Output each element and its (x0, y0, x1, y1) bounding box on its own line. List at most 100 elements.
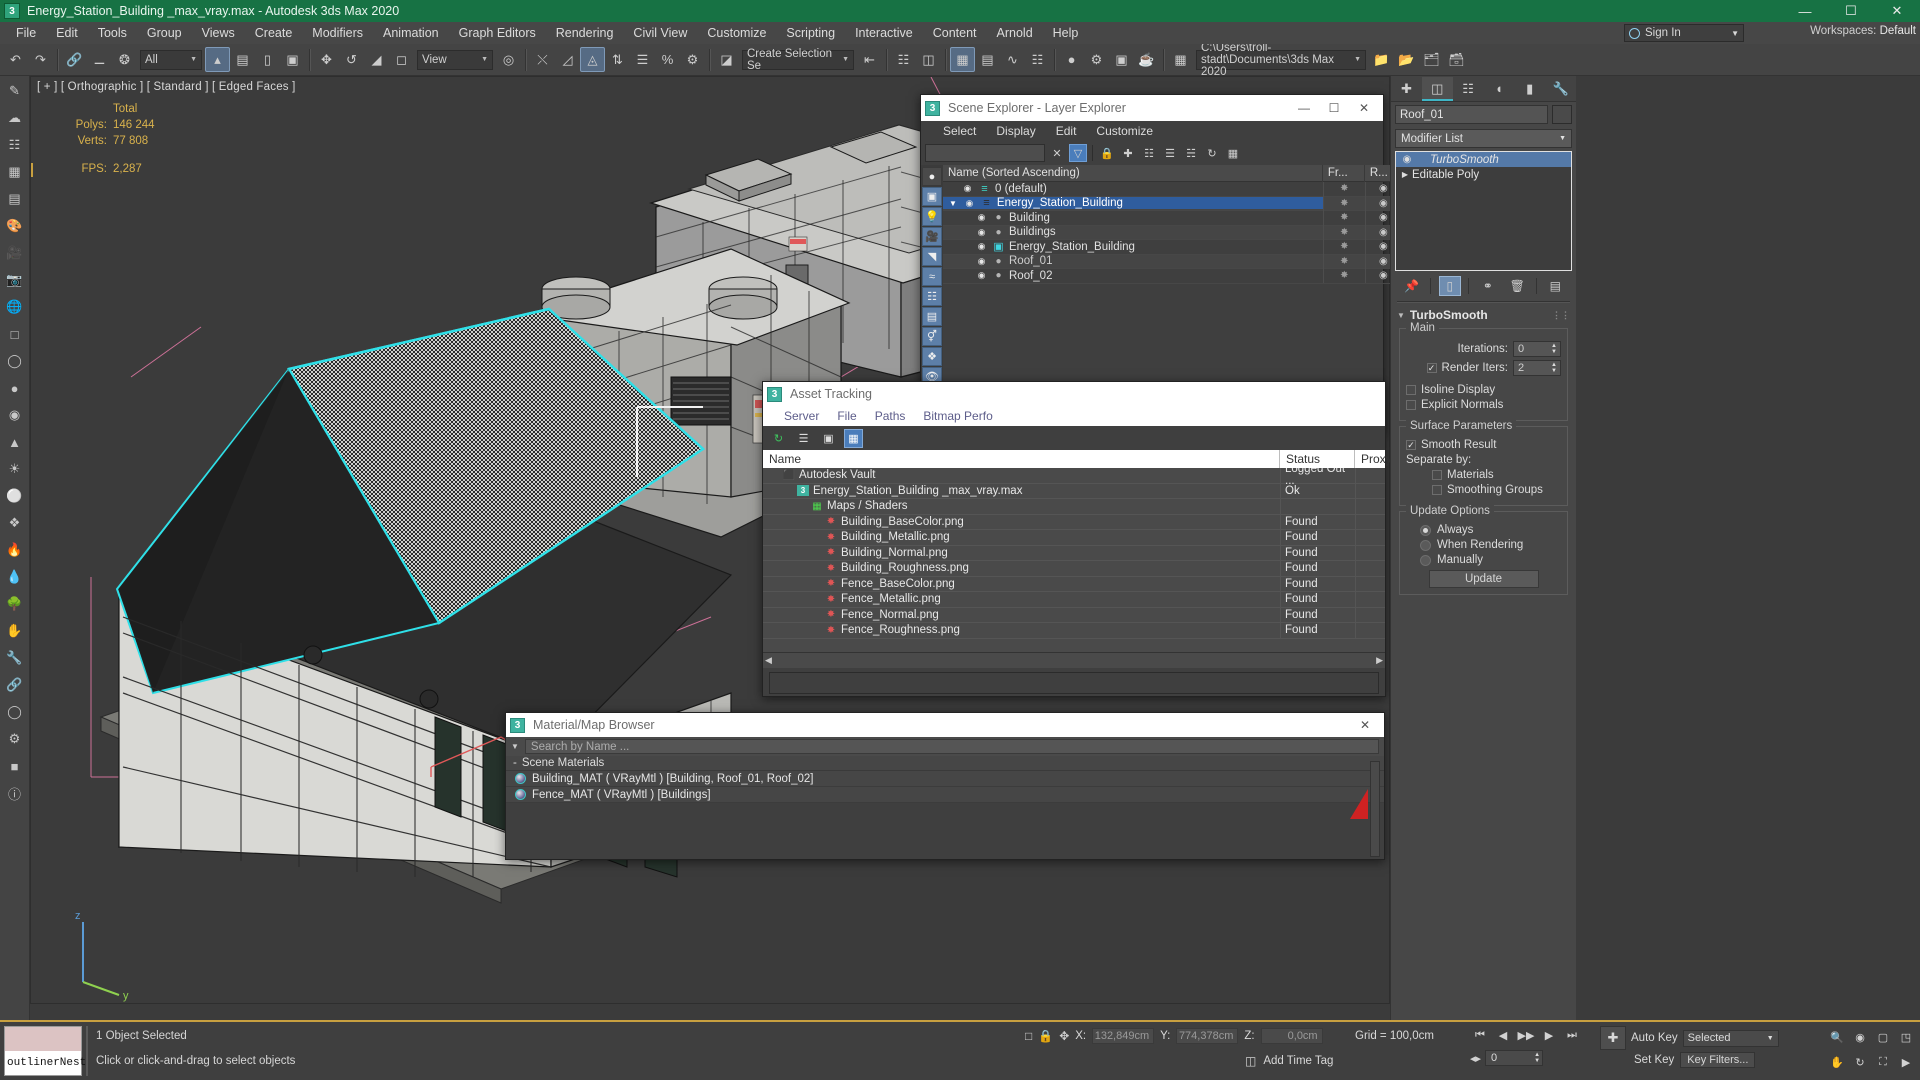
play-icon[interactable]: ▶▶ (1516, 1026, 1536, 1044)
walkthrough-icon[interactable]: ▶ (1896, 1053, 1916, 1071)
edit-named-selection-icon[interactable]: ☰ (630, 47, 655, 72)
modifier-stack-entry[interactable]: ▶ Editable Poly (1396, 167, 1571, 182)
fire-icon[interactable]: 🔥 (2, 537, 28, 563)
named-selection-combo[interactable]: Create Selection Se ▼ (742, 48, 854, 72)
schematic-view-icon[interactable]: ☷ (1025, 47, 1050, 72)
asset-tracking-row[interactable]: ✸ Building_Roughness.png Found (763, 560, 1385, 577)
make-unique-icon[interactable]: ⚭ (1477, 276, 1499, 296)
menu-item-create[interactable]: Create (245, 23, 303, 43)
menu-item-scripting[interactable]: Scripting (776, 23, 845, 43)
circle-icon[interactable]: ⚪ (2, 483, 28, 509)
select-and-scale-icon[interactable]: ◢ (364, 47, 389, 72)
current-frame-field[interactable]: 0 ▲ ▼ (1485, 1050, 1544, 1066)
spinner-arrows-icon[interactable]: ▲ ▼ (1549, 361, 1559, 375)
select-by-name-icon[interactable]: ▤ (230, 47, 255, 72)
gear-icon[interactable]: ⚙ (680, 47, 705, 72)
filter-groups-icon[interactable]: ☷ (922, 287, 942, 306)
y-coordinate-field[interactable]: 774,378cm (1176, 1028, 1239, 1044)
material-browser-titlebar[interactable]: 3 Material/Map Browser ✕ (506, 713, 1384, 737)
asset-tracking-row[interactable]: 3 Energy_Station_Building _max_vray.max Ok (763, 483, 1385, 499)
ribbon-icon[interactable]: ☷ (2, 132, 28, 158)
drag-handle-icon[interactable]: ⋮⋮ (1552, 310, 1570, 321)
modifier-list-combo[interactable]: Modifier List ▼ (1395, 129, 1572, 148)
go-to-start-icon[interactable]: ⏮ (1470, 1026, 1490, 1044)
key-mode-icon[interactable]: ◂▸ (1470, 1052, 1481, 1065)
isoline-display-checkbox[interactable] (1406, 385, 1416, 395)
se-menu-display[interactable]: Display (986, 122, 1045, 140)
asset-tracking-row[interactable]: ▦ Maps / Shaders (763, 498, 1385, 515)
redo-icon[interactable]: ↷ (28, 47, 53, 72)
clear-search-icon[interactable]: ✕ (1048, 144, 1066, 162)
filter-xrefs-icon[interactable]: ▤ (922, 307, 942, 326)
object-name-field[interactable]: Roof_01 (1395, 105, 1548, 124)
delete-modifier-icon[interactable]: 🗑 (1506, 276, 1528, 296)
iterations-spinner[interactable]: 0 ▲ ▼ (1513, 341, 1561, 357)
menu-item-edit[interactable]: Edit (46, 23, 88, 43)
freeze-toggle-icon[interactable]: ✸ (1322, 196, 1365, 211)
zoom-extents-icon[interactable]: ▢ (1873, 1028, 1893, 1046)
go-to-end-icon[interactable]: ⏭ (1562, 1026, 1582, 1044)
freeze-toggle-icon[interactable]: ✸ (1322, 225, 1365, 240)
chevron-down-icon[interactable]: ▼ (511, 742, 519, 751)
update-always-radio[interactable] (1420, 524, 1431, 536)
lock-icon[interactable]: 🔒 (1098, 144, 1116, 162)
update-always-row[interactable]: Always (1406, 524, 1561, 536)
maximize-button[interactable]: ☐ (1828, 0, 1874, 22)
visibility-eye-icon[interactable]: ◉ (975, 227, 988, 238)
isolate-selection-icon[interactable]: ✥ (1059, 1029, 1069, 1043)
chain-icon[interactable]: 🔗 (2, 672, 28, 698)
key-filter-set-combo[interactable]: Selected ▼ (1682, 1029, 1779, 1047)
pan-icon[interactable]: ✋ (1827, 1053, 1847, 1071)
render-production-icon[interactable]: ☕ (1134, 47, 1159, 72)
separate-materials-checkbox[interactable] (1432, 470, 1442, 480)
col-name[interactable]: Name (Sorted Ascending) (943, 164, 1323, 182)
water-icon[interactable]: 💧 (2, 564, 28, 590)
filter-icon[interactable]: ▽ (1069, 144, 1087, 162)
update-manually-radio[interactable] (1420, 554, 1431, 566)
help-icon[interactable]: ⓘ (2, 780, 28, 806)
hand-icon[interactable]: ✋ (2, 618, 28, 644)
scene-explorer-close[interactable]: ✕ (1349, 96, 1379, 120)
grid-icon[interactable]: ▤ (2, 186, 28, 212)
render-frame-icon[interactable]: ▣ (1109, 47, 1134, 72)
update-button[interactable]: Update (1428, 570, 1539, 588)
auto-key-button[interactable]: Auto Key (1631, 1032, 1678, 1044)
particles-icon[interactable]: ❖ (2, 510, 28, 536)
material-search-input[interactable]: Search by Name ... (524, 739, 1379, 754)
listener-input[interactable]: outlinerNest (5, 1051, 86, 1075)
minimize-button[interactable]: — (1782, 0, 1828, 22)
col-asset-name[interactable]: Name (763, 450, 1280, 468)
field-of-view-icon[interactable]: ◳ (1896, 1028, 1916, 1046)
update-when-rendering-row[interactable]: When Rendering (1406, 539, 1561, 551)
object-color-swatch[interactable] (1552, 105, 1572, 124)
layer-stack-icon[interactable]: ☵ (1182, 144, 1200, 162)
bitmap-view-icon[interactable]: ▣ (819, 429, 838, 448)
modifier-stack-entry[interactable]: ◉ TurboSmooth (1396, 152, 1571, 167)
paint-icon[interactable]: 🎨 (2, 213, 28, 239)
x-coordinate-field[interactable]: 132,849cm (1092, 1028, 1155, 1044)
at-menu-paths[interactable]: Paths (866, 407, 915, 425)
filter-cameras-icon[interactable]: 🎥 (922, 227, 942, 246)
zoom-icon[interactable]: 🔍 (1827, 1028, 1847, 1046)
material-list-item[interactable]: Fence_MAT ( VRayMtl ) [Buildings] (506, 787, 1384, 803)
tab-hierarchy[interactable]: ☷ (1453, 77, 1484, 101)
settings-icon[interactable]: ⚙ (2, 726, 28, 752)
cylinder-icon[interactable]: ◯ (2, 348, 28, 374)
col-asset-status[interactable]: Status (1280, 450, 1355, 468)
scroll-left-icon[interactable]: ◀ (765, 655, 772, 666)
sphere-icon[interactable]: ● (2, 375, 28, 401)
scene-explorer-minimize[interactable]: — (1289, 96, 1319, 120)
open-folder-icon[interactable]: 📂 (1394, 47, 1419, 72)
smooth-result-checkbox[interactable]: ✓ (1406, 440, 1416, 450)
asset-tracking-hscrollbar[interactable]: ◀ ▶ (763, 652, 1385, 668)
workspace-selector[interactable]: Workspaces: Default (1810, 25, 1916, 37)
visibility-eye-icon[interactable]: ◉ (975, 241, 988, 252)
visibility-eye-icon[interactable]: ◉ (975, 212, 988, 223)
visibility-eye-icon[interactable]: ◉ (963, 198, 976, 209)
at-menu-bitmap-perfo[interactable]: Bitmap Perfo (914, 407, 1001, 425)
menu-item-rendering[interactable]: Rendering (546, 23, 624, 43)
box-icon[interactable]: ▦ (2, 159, 28, 185)
layers-icon[interactable]: ☷ (1140, 144, 1158, 162)
asset-tracking-titlebar[interactable]: 3 Asset Tracking (763, 382, 1385, 406)
filter-geometry-icon[interactable]: ● (922, 167, 942, 186)
